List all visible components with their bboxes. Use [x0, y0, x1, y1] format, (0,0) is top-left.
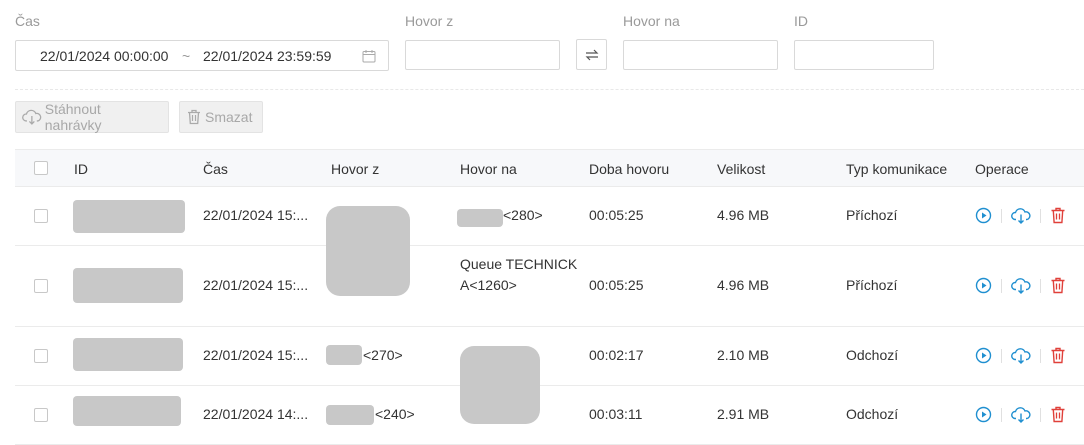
cell-duration: 00:05:25	[589, 277, 644, 293]
cloud-download-icon[interactable]	[1011, 277, 1031, 294]
cell-time: 22/01/2024 15:...	[203, 207, 309, 223]
filter-divider	[15, 89, 1084, 90]
redaction-block	[73, 268, 183, 303]
cell-size: 2.10 MB	[717, 347, 770, 363]
trash-icon[interactable]	[1050, 207, 1066, 224]
row-checkbox[interactable]	[34, 408, 48, 422]
column-header-size[interactable]: Velikost	[717, 161, 765, 177]
call-from-label: Hovor z	[405, 13, 454, 29]
id-label: ID	[794, 13, 808, 29]
swap-icon	[585, 49, 598, 60]
call-from-input[interactable]	[405, 40, 560, 70]
date-range-start[interactable]: 22/01/2024 00:00:00	[40, 48, 168, 64]
cell-duration: 00:03:11	[589, 406, 643, 422]
ops-separator	[1040, 348, 1041, 363]
ops-separator	[1001, 278, 1002, 293]
row-checkbox[interactable]	[34, 209, 48, 223]
trash-icon	[188, 109, 200, 125]
row-checkbox[interactable]	[34, 349, 48, 363]
column-header-time[interactable]: Čas	[203, 161, 228, 177]
trash-icon[interactable]	[1050, 277, 1066, 294]
cell-duration: 00:05:25	[589, 207, 644, 223]
redaction-block	[457, 209, 503, 227]
call-to-input[interactable]	[623, 40, 778, 70]
ops-separator	[1040, 407, 1041, 422]
column-header-call-to[interactable]: Hovor na	[460, 161, 517, 177]
column-header-type[interactable]: Typ komunikace	[846, 161, 947, 177]
ops-separator	[1040, 208, 1041, 223]
cell-call-to: Queue TECHNICKA<1260>	[460, 256, 578, 293]
table-header: ID Čas Hovor z Hovor na Doba hovoru Veli…	[15, 149, 1084, 187]
cloud-download-icon[interactable]	[1011, 207, 1031, 224]
ops-separator	[1040, 278, 1041, 293]
trash-icon[interactable]	[1050, 347, 1066, 364]
cell-size: 4.96 MB	[717, 207, 770, 223]
column-header-call-from[interactable]: Hovor z	[331, 161, 379, 177]
cell-time: 22/01/2024 14:...	[203, 406, 309, 422]
ops-separator	[1001, 348, 1002, 363]
download-recordings-button[interactable]: Stáhnout nahrávky	[15, 101, 169, 133]
cell-call-to: <280>	[503, 207, 543, 223]
cell-type: Odchozí	[846, 406, 899, 422]
row-operations	[975, 277, 1066, 294]
calendar-icon[interactable]	[362, 49, 376, 63]
trash-icon[interactable]	[1050, 406, 1066, 423]
redaction-block	[73, 338, 183, 371]
column-header-duration[interactable]: Doba hovoru	[589, 161, 669, 177]
redaction-block	[326, 405, 374, 425]
select-all-checkbox[interactable]	[34, 161, 48, 175]
redaction-block	[73, 396, 181, 426]
cell-time: 22/01/2024 15:...	[203, 347, 309, 363]
date-range-end[interactable]: 22/01/2024 23:59:59	[203, 48, 331, 64]
cell-type: Příchozí	[846, 207, 898, 223]
download-recordings-label: Stáhnout nahrávky	[44, 101, 102, 133]
row-operations	[975, 347, 1066, 364]
swap-button[interactable]	[576, 39, 607, 70]
column-header-id[interactable]: ID	[74, 161, 88, 177]
cell-call-from: <270>	[363, 347, 403, 363]
play-icon[interactable]	[975, 406, 992, 423]
play-icon[interactable]	[975, 347, 992, 364]
play-icon[interactable]	[975, 277, 992, 294]
redaction-block	[326, 345, 362, 365]
time-label: Čas	[15, 13, 40, 29]
date-range-picker[interactable]: 22/01/2024 00:00:00 ~ 22/01/2024 23:59:5…	[15, 40, 389, 71]
date-range-separator: ~	[182, 48, 191, 64]
ops-separator	[1001, 208, 1002, 223]
call-to-label: Hovor na	[623, 13, 680, 29]
cloud-download-icon[interactable]	[1011, 347, 1031, 364]
redaction-block	[326, 206, 410, 296]
cloud-download-icon	[22, 109, 42, 125]
redaction-block	[460, 346, 540, 424]
cell-size: 2.91 MB	[717, 406, 770, 422]
id-input[interactable]	[794, 40, 934, 70]
ops-separator	[1001, 407, 1002, 422]
column-header-operations: Operace	[975, 161, 1029, 177]
row-operations	[975, 207, 1066, 224]
cell-duration: 00:02:17	[589, 347, 644, 363]
cell-call-from: <240>	[375, 406, 415, 422]
row-operations	[975, 406, 1066, 423]
redaction-block	[73, 200, 185, 233]
delete-label: Smazat	[205, 109, 253, 125]
cell-type: Odchozí	[846, 347, 899, 363]
play-icon[interactable]	[975, 207, 992, 224]
row-checkbox[interactable]	[34, 279, 48, 293]
cell-type: Příchozí	[846, 277, 898, 293]
cell-size: 4.96 MB	[717, 277, 770, 293]
cell-time: 22/01/2024 15:...	[203, 277, 309, 293]
delete-button[interactable]: Smazat	[179, 101, 263, 133]
cloud-download-icon[interactable]	[1011, 406, 1031, 423]
